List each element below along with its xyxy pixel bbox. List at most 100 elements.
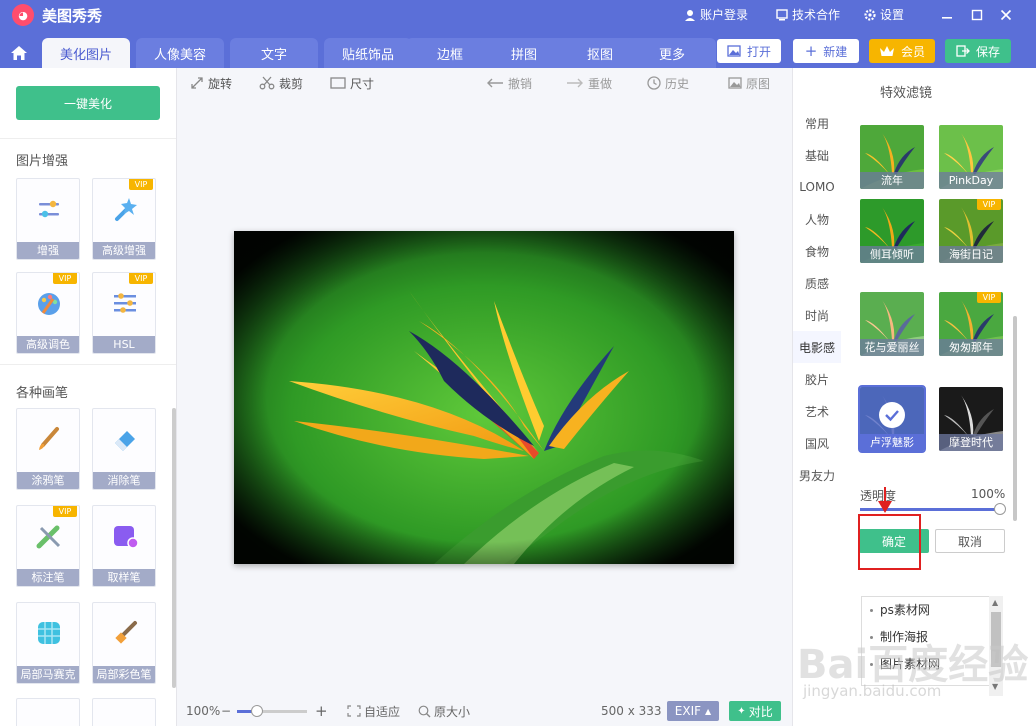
checkmark-icon: [879, 402, 905, 428]
magic-wand-icon: [115, 198, 137, 221]
category-texture[interactable]: 质感: [793, 267, 841, 299]
login-link[interactable]: 账户登录: [684, 6, 748, 23]
one-key-beautify-button[interactable]: 一键美化: [16, 86, 160, 120]
brush-icon: [39, 427, 59, 450]
settings-link[interactable]: 设置: [864, 6, 904, 23]
filter-scrollbar[interactable]: [1013, 316, 1017, 521]
crown-icon: [879, 46, 894, 56]
tool-enhance[interactable]: 增强: [16, 178, 80, 260]
maximize-icon[interactable]: [966, 4, 988, 26]
list-item[interactable]: ps素材网: [862, 597, 990, 624]
fit-button[interactable]: 自适应: [347, 702, 400, 720]
member-button[interactable]: 会员: [869, 39, 935, 63]
arrow-indicator-icon: [878, 487, 892, 513]
app-logo-icon: ◕: [12, 4, 34, 26]
transparency-slider-handle[interactable]: [994, 503, 1006, 515]
redo-button[interactable]: 重做: [566, 74, 612, 92]
filter-congcongnanian[interactable]: VIP 匆匆那年: [939, 292, 1003, 356]
filter-ceerqingting[interactable]: 侧耳倾听: [860, 199, 924, 263]
category-chinese-style[interactable]: 国风: [793, 427, 841, 459]
tool-sample-pen[interactable]: 取样笔: [92, 505, 156, 587]
tool-label: 标注笔: [17, 569, 79, 586]
zoom-out-icon[interactable]: −: [221, 702, 231, 720]
size-button[interactable]: 尺寸: [330, 74, 374, 92]
flower-photo: [234, 231, 734, 564]
exif-button[interactable]: EXIF ▲: [667, 701, 719, 721]
tool-doodle-pen[interactable]: 涂鸦笔: [16, 408, 80, 490]
cooperation-label: 技术合作: [792, 8, 841, 22]
tab-stickers[interactable]: 贴纸饰品: [324, 38, 412, 68]
compare-icon: ✦: [737, 705, 746, 717]
category-cinematic[interactable]: 电影感: [793, 331, 841, 363]
tool-advanced-color[interactable]: VIP 高级调色: [16, 272, 80, 354]
tool-eraser-pen[interactable]: 消除笔: [92, 408, 156, 490]
home-tab[interactable]: [0, 38, 38, 68]
tool-icon: [33, 713, 65, 726]
tab-portrait[interactable]: 人像美容: [136, 38, 224, 68]
history-button[interactable]: 历史: [647, 74, 689, 92]
tab-more[interactable]: 更多: [628, 38, 716, 68]
tool-advanced-enhance[interactable]: VIP 高级增强: [92, 178, 156, 260]
filter-modengshidai[interactable]: 摩登时代: [939, 387, 1003, 451]
tool-label: 局部彩色笔: [93, 666, 155, 683]
category-boyfriend[interactable]: 男友力: [793, 459, 841, 491]
section-enhance-title: 图片增强: [16, 154, 69, 169]
app-title: 美图秀秀: [42, 7, 103, 25]
left-scrollbar[interactable]: [172, 408, 176, 688]
crop-button[interactable]: 裁剪: [259, 74, 303, 92]
filter-lufumeiying[interactable]: 卢浮魅影: [858, 385, 926, 453]
category-food[interactable]: 食物: [793, 235, 841, 267]
category-film[interactable]: 胶片: [793, 363, 841, 395]
tool-more-1[interactable]: [16, 698, 80, 726]
category-fashion[interactable]: 时尚: [793, 299, 841, 331]
category-lomo[interactable]: LOMO: [793, 171, 841, 203]
filter-panel-title: 特效滤镜: [880, 86, 933, 101]
tab-beautify[interactable]: 美化图片: [42, 38, 130, 68]
export-icon: [956, 45, 970, 57]
minimize-icon[interactable]: [936, 4, 958, 26]
transparency-value: 100%: [971, 487, 1006, 501]
open-label: 打开: [746, 44, 771, 59]
tab-collage[interactable]: 拼图: [480, 38, 568, 68]
save-button[interactable]: 保存: [945, 39, 1011, 63]
scroll-up-icon[interactable]: ▲: [992, 598, 998, 607]
vip-badge: VIP: [977, 292, 1001, 303]
open-button[interactable]: 打开: [717, 39, 781, 63]
new-button[interactable]: + 新建: [793, 39, 859, 63]
cancel-button[interactable]: 取消: [935, 529, 1005, 553]
undo-label: 撤销: [508, 76, 533, 91]
title-bar: ◕ 美图秀秀 账户登录 技术合作 设置: [0, 0, 1036, 30]
tool-hsl[interactable]: VIP HSL: [92, 272, 156, 354]
magnifier-icon: [418, 705, 431, 717]
rotate-button[interactable]: 旋转: [190, 74, 232, 92]
mosaic-icon: [38, 622, 60, 644]
tab-text[interactable]: 文字: [230, 38, 318, 68]
zoom-slider[interactable]: [237, 702, 307, 720]
undo-button[interactable]: 撤销: [486, 74, 532, 92]
filter-huayuailisi[interactable]: 花与爱丽丝: [860, 292, 924, 356]
category-common[interactable]: 常用: [793, 107, 841, 139]
divider: [0, 138, 176, 139]
filter-liunian[interactable]: 流年: [860, 125, 924, 189]
category-basic[interactable]: 基础: [793, 139, 841, 171]
home-icon: [11, 46, 27, 60]
filter-label: 匆匆那年: [939, 339, 1003, 356]
tool-more-2[interactable]: [92, 698, 156, 726]
filter-haijieriji[interactable]: VIP 海街日记: [939, 199, 1003, 263]
tool-label: 涂鸦笔: [17, 472, 79, 489]
original-button[interactable]: 原图: [728, 74, 770, 92]
zoom-in-icon[interactable]: +: [315, 702, 328, 720]
category-people[interactable]: 人物: [793, 203, 841, 235]
close-icon[interactable]: [995, 4, 1017, 26]
category-art[interactable]: 艺术: [793, 395, 841, 427]
compare-button[interactable]: ✦ 对比: [729, 701, 781, 721]
cooperation-link[interactable]: 技术合作: [776, 6, 840, 23]
tool-annotate-pen[interactable]: VIP 标注笔: [16, 505, 80, 587]
hsl-sliders-icon: [114, 293, 136, 313]
tool-color-pen[interactable]: 局部彩色笔: [92, 602, 156, 684]
canvas-image[interactable]: [234, 231, 734, 564]
tool-mosaic[interactable]: 局部马赛克: [16, 602, 80, 684]
vip-badge: VIP: [53, 506, 77, 517]
filter-pinkday[interactable]: PinkDay: [939, 125, 1003, 189]
actual-size-button[interactable]: 原大小: [418, 702, 470, 720]
